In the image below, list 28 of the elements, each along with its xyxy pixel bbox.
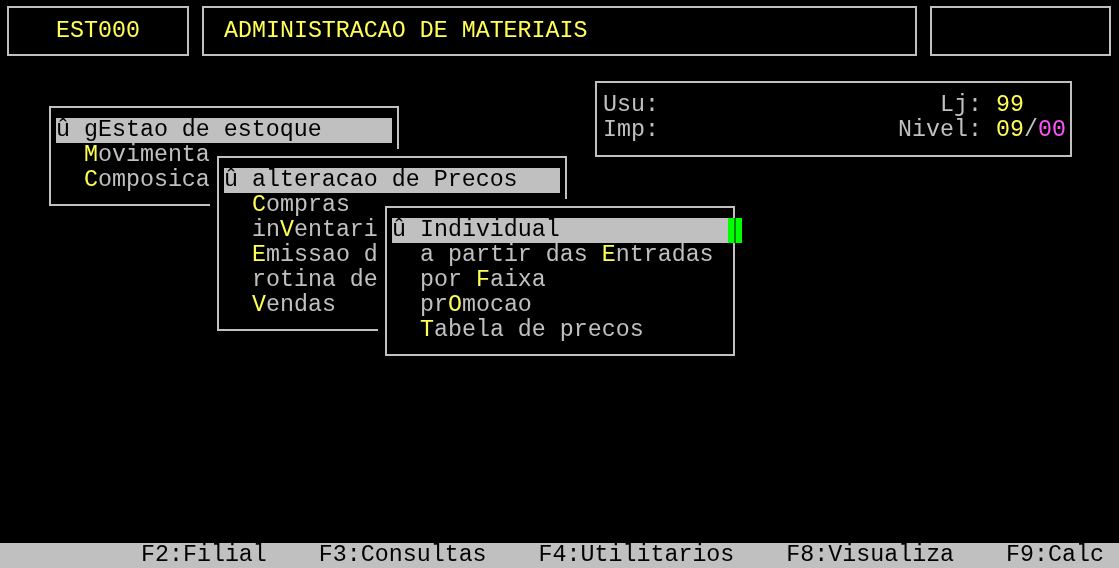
menu-item[interactable]: Emissao d bbox=[252, 243, 378, 268]
menu-item[interactable]: Movimenta bbox=[84, 143, 210, 168]
function-key[interactable]: F4:Utilitarios bbox=[538, 543, 735, 568]
menu-item[interactable]: û Individual bbox=[392, 218, 728, 243]
menu-item[interactable]: Composica bbox=[84, 168, 210, 193]
menu-item[interactable]: û gEstao de estoque bbox=[56, 118, 392, 143]
program-code: EST000 bbox=[56, 18, 140, 44]
function-key[interactable]: F2:Filial bbox=[141, 543, 267, 568]
function-key[interactable]: F3:Consultas bbox=[318, 543, 487, 568]
field-label: Nivel: bbox=[898, 118, 982, 143]
menu-item[interactable]: Compras bbox=[252, 193, 350, 218]
menu-item[interactable]: Tabela de precos bbox=[420, 318, 644, 343]
field-label: Lj: bbox=[939, 93, 982, 118]
screen-title: ADMINISTRACAO DE MATERIAIS bbox=[224, 18, 588, 44]
menu-item[interactable]: û alteracao de Precos bbox=[224, 168, 560, 193]
field-label: Usu: bbox=[603, 93, 660, 118]
field-value: 99 bbox=[996, 93, 1024, 118]
menu-item[interactable]: inVentari bbox=[252, 218, 378, 243]
menu-item[interactable]: Vendas bbox=[252, 293, 336, 318]
menu-item[interactable]: prOmocao bbox=[420, 293, 532, 318]
menu-item[interactable]: rotina de bbox=[252, 268, 378, 293]
field-label: Imp: bbox=[603, 118, 660, 143]
function-key[interactable]: F8:Visualiza bbox=[786, 543, 955, 568]
function-key[interactable]: F9:Calc bbox=[1006, 543, 1104, 568]
menu-item[interactable]: a partir das Entradas bbox=[420, 243, 714, 268]
menu-item[interactable]: por Faixa bbox=[420, 268, 546, 293]
text-cursor bbox=[728, 218, 742, 243]
field-value: 09/00 bbox=[996, 118, 1066, 143]
